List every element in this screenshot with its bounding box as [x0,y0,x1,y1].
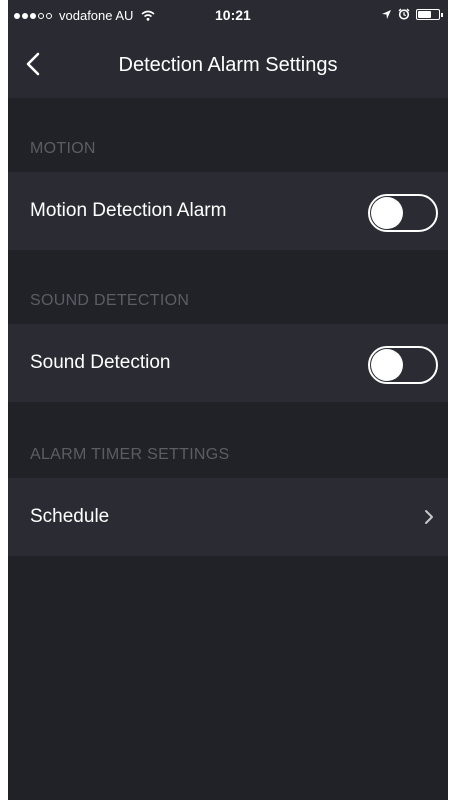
phone-screen: vodafone AU 10:21 Detection Alarm Settin… [8,0,448,800]
signal-dot [22,12,28,19]
motion-detection-toggle[interactable] [368,194,438,232]
status-bar: vodafone AU 10:21 [8,0,448,30]
sound-detection-row: Sound Detection [8,324,448,402]
signal-strength-icon [14,12,52,19]
battery-icon [416,8,443,20]
status-time: 10:21 [215,7,251,23]
section-header-sound: SOUND DETECTION [30,292,190,309]
motion-detection-label: Motion Detection Alarm [30,200,227,221]
sound-detection-label: Sound Detection [30,352,171,373]
section-header-alarm-timer: ALARM TIMER SETTINGS [30,446,230,463]
toggle-knob [371,197,403,229]
alarm-icon [398,8,410,20]
signal-dot [14,12,20,19]
toggle-knob [371,349,403,381]
wifi-icon [141,10,155,21]
schedule-row[interactable]: Schedule [8,478,448,556]
schedule-label: Schedule [30,506,110,527]
section-header-motion: MOTION [30,140,96,157]
navigation-bar: Detection Alarm Settings [8,30,448,98]
status-left: vodafone AU [14,8,155,23]
battery-level [418,10,432,18]
motion-detection-row: Motion Detection Alarm [8,172,448,250]
status-right [381,8,443,20]
chevron-right-icon [425,510,433,524]
signal-dot [46,12,52,19]
page-title: Detection Alarm Settings [118,54,338,76]
sound-detection-toggle[interactable] [368,346,438,384]
settings-list: MOTION Motion Detection Alarm SOUND DETE… [8,98,448,800]
signal-dot [38,12,44,19]
carrier-name: vodafone AU [59,8,134,23]
signal-dot [30,12,36,19]
battery-nub [441,12,443,17]
location-icon [382,9,391,19]
